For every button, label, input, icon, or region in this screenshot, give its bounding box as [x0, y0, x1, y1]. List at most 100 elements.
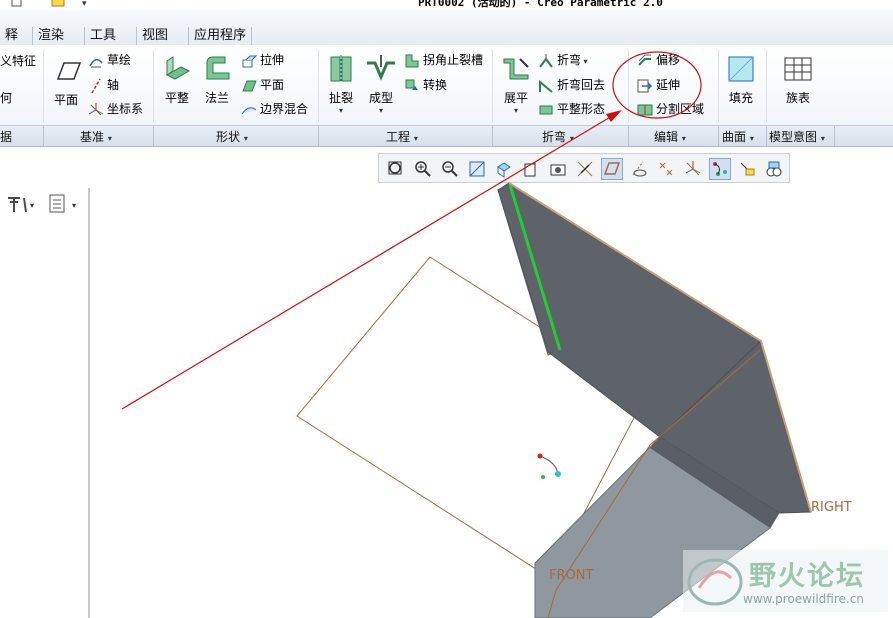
planar-button[interactable]: 平面	[241, 75, 284, 95]
watermark-text: 野火论坛	[749, 561, 865, 592]
group-shapes-label: 形状	[216, 130, 241, 144]
group-datum-label: 基准	[80, 130, 105, 144]
tab-applications[interactable]: 应用程序	[188, 27, 253, 45]
tab-view[interactable]: 视图	[136, 27, 173, 45]
tree-settings-icon[interactable]: ▾	[6, 194, 36, 217]
family-table-button[interactable]: 族表	[778, 53, 818, 106]
upper-wall-face	[497, 182, 762, 438]
tab-render[interactable]: 渲染	[32, 27, 69, 45]
point-display-icon[interactable]	[655, 158, 677, 180]
title-bar: PRT0002 (活动的) - Creo Parametric 2.0 ▾	[0, 0, 893, 10]
zoom-out-icon[interactable]	[439, 158, 461, 180]
svg-text:▾: ▾	[30, 201, 34, 210]
split-area-icon	[637, 102, 653, 118]
csys-button[interactable]: 坐标系	[88, 99, 143, 119]
group-engineering[interactable]: 工程 ▾	[386, 128, 418, 145]
boundary-blend-button[interactable]: 边界混合	[241, 99, 308, 119]
selected-edge	[508, 184, 562, 351]
rip-button[interactable]: 扯裂 ▾	[322, 53, 360, 115]
group-bend-label: 折弯	[542, 130, 567, 144]
axis-button[interactable]: 轴	[88, 75, 119, 95]
udf-label: 义特征	[0, 54, 37, 68]
ribbon: 义特征 何 平面 草绘 轴 坐标系 平整 法兰 拉伸 平面 边界混合 扯裂 ▾ 成…	[0, 45, 893, 125]
sketch-icon	[88, 53, 104, 69]
repaint-icon[interactable]	[466, 158, 488, 180]
group-bend[interactable]: 折弯 ▾	[542, 128, 574, 145]
bend-back-button[interactable]: 折弯回去	[538, 75, 605, 95]
appearance-icon[interactable]	[763, 158, 785, 180]
model-tree-panel[interactable]: ▾ ▾	[0, 188, 90, 618]
annotation-display-icon[interactable]	[736, 158, 758, 180]
datum-right-label: RIGHT	[811, 500, 852, 515]
geometry-label: 何	[0, 91, 13, 105]
family-table-label: 族表	[785, 91, 810, 105]
extrude-button[interactable]: 拉伸	[241, 50, 284, 70]
display-style-icon[interactable]	[547, 158, 569, 180]
bend-back-label: 折弯回去	[557, 78, 606, 92]
group-model-intent[interactable]: 模型意图 ▾	[769, 128, 825, 145]
offset-icon	[637, 53, 653, 69]
corner-relief-button[interactable]: 拐角止裂槽	[404, 50, 483, 70]
window-title: PRT0002 (活动的) - Creo Parametric 2.0	[418, 0, 663, 9]
zoom-in-icon[interactable]	[412, 158, 434, 180]
sketch-label: 草绘	[107, 53, 132, 67]
axis-display-icon[interactable]	[628, 158, 650, 180]
flange-label: 法兰	[204, 91, 229, 105]
boundary-blend-icon	[241, 102, 257, 118]
offset-button[interactable]: 偏移	[637, 50, 680, 70]
convert-icon	[404, 78, 420, 94]
unbend-label: 展平	[503, 91, 528, 105]
ribbon-tabs: 释 渲染 工具 视图 应用程序	[0, 10, 893, 46]
flange-button[interactable]: 法兰	[198, 53, 236, 106]
datum-plane-toggle-icon[interactable]	[601, 158, 623, 180]
bend-button[interactable]: 折弯 ▾	[538, 50, 588, 70]
ribbon-group-bar: 据 基准 ▾ 形状 ▾ 工程 ▾ 折弯 ▾ 编辑 ▾ 曲面 ▾ 模型意图 ▾	[0, 125, 893, 147]
spin-center-icon[interactable]	[709, 158, 731, 180]
bend-icon	[538, 53, 554, 69]
extend-button[interactable]: 延伸	[637, 75, 680, 95]
csys-label: 坐标系	[107, 102, 144, 116]
group-shapes[interactable]: 形状 ▾	[216, 128, 248, 145]
group-datum-partial[interactable]: 据	[0, 128, 12, 145]
corner-relief-label: 拐角止裂槽	[423, 53, 484, 67]
geometry-button[interactable]: 何	[0, 88, 12, 108]
view-orientation-icon[interactable]	[493, 158, 515, 180]
form-button[interactable]: 成型 ▾	[362, 53, 400, 115]
svg-text:▾: ▾	[72, 201, 76, 210]
wall-thickness-face	[497, 184, 561, 356]
convert-button[interactable]: 转换	[404, 75, 447, 95]
csys-display-icon[interactable]	[682, 158, 704, 180]
axis-label: 轴	[107, 78, 120, 92]
bend-label: 折弯	[557, 53, 582, 67]
axis-icon	[88, 78, 104, 94]
group-editing[interactable]: 编辑 ▾	[654, 128, 686, 145]
plane-button[interactable]: 平面	[48, 55, 84, 108]
csys-icon	[88, 102, 104, 118]
flat-wall-button[interactable]: 平整	[158, 53, 196, 106]
extend-icon	[637, 78, 653, 94]
flat-pattern-button[interactable]: 平整形态	[538, 99, 605, 119]
watermark-logo-icon	[687, 558, 743, 606]
tab-annotate[interactable]: 释	[0, 27, 23, 45]
tree-columns-icon[interactable]: ▾	[48, 194, 84, 217]
sketch-button[interactable]: 草绘	[88, 50, 131, 70]
saved-views-icon[interactable]	[520, 158, 542, 180]
split-area-label: 分割区域	[656, 102, 705, 116]
corner-relief-icon	[404, 53, 420, 69]
unbend-button[interactable]: 展平 ▾	[497, 53, 535, 115]
tab-tools[interactable]: 工具	[84, 27, 121, 45]
user-defined-feature-button[interactable]: 义特征	[0, 51, 36, 71]
watermark-url: www.proewildfire.cn	[743, 592, 864, 606]
group-datum[interactable]: 基准 ▾	[80, 128, 112, 145]
group-surfaces[interactable]: 曲面 ▾	[722, 128, 754, 145]
refit-icon[interactable]	[385, 158, 407, 180]
graphics-toolbar	[378, 153, 790, 183]
form-icon	[365, 53, 397, 85]
quick-access-icon[interactable]: ▾	[2, 0, 92, 10]
family-table-icon	[782, 53, 814, 85]
split-area-button[interactable]: 分割区域	[637, 99, 704, 119]
flat-pattern-label: 平整形态	[557, 102, 606, 116]
right-datum-plane-edge	[508, 182, 812, 513]
plane-display-icon[interactable]	[574, 158, 596, 180]
fill-button[interactable]: 填充	[722, 53, 760, 106]
